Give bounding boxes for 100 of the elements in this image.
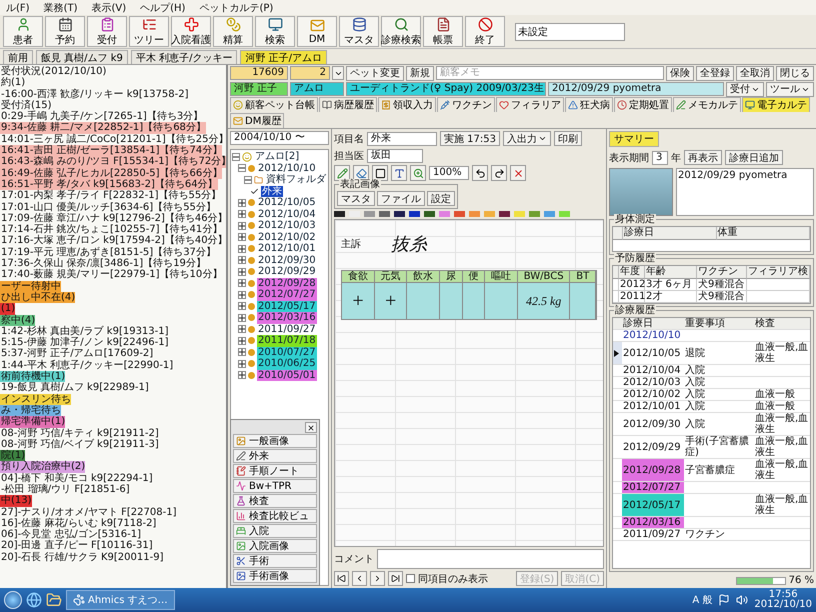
list-item[interactable]: 17:19-平元 理恵/あずき[8151-5]【待ち37分】: [0, 246, 216, 258]
menu-item[interactable]: 入院画像: [233, 539, 317, 553]
expand-toggle[interactable]: [238, 244, 246, 253]
menu-item[interactable]: 検査比較ビュ: [233, 509, 317, 523]
image-button[interactable]: ファイル: [377, 191, 425, 206]
expand-toggle[interactable]: [238, 314, 246, 322]
menu-item[interactable]: ヘルプ(H): [140, 0, 186, 14]
expand-toggle[interactable]: [238, 268, 246, 276]
tree-item[interactable]: 2011/07/18: [257, 335, 317, 346]
taskbar-app-button[interactable]: Ahmics すえつ…: [66, 590, 175, 610]
expand-toggle[interactable]: [238, 360, 246, 368]
list-item[interactable]: -松田 瑠璃/ウリ F[21851-6]: [0, 484, 130, 496]
list-item[interactable]: 17:36-久保山 保奈/凛[3486-1]【待ち19分】: [0, 258, 206, 270]
menu-item[interactable]: 一般画像: [233, 434, 317, 448]
list-item[interactable]: 04]-橋下 和美/モコ k9[22294-1]: [0, 472, 153, 484]
tree-item[interactable]: 2010/06/25: [257, 358, 317, 370]
list-item[interactable]: 20]-田邊 直子/ピー F[10116-31]: [0, 540, 153, 552]
menu-item[interactable]: 表示(V): [91, 0, 126, 14]
close-icon[interactable]: [305, 422, 317, 433]
ime-indicator[interactable]: A 般: [692, 593, 712, 607]
list-item[interactable]: 預り入院治療中(2): [0, 461, 86, 473]
input-field[interactable]: 未設定: [515, 22, 625, 40]
tree-item[interactable]: 2012/05/17: [257, 300, 317, 312]
header-button[interactable]: 保険: [666, 66, 694, 80]
volume-icon[interactable]: [736, 594, 748, 606]
menu-item[interactable]: Bw+TPR: [233, 479, 317, 493]
list-item[interactable]: 帰宅準備中(1): [0, 416, 66, 428]
list-item[interactable]: 約(1): [0, 77, 26, 89]
comment-field[interactable]: [377, 549, 604, 569]
record-tab[interactable]: DM履歴: [230, 113, 284, 128]
time-button[interactable]: 実施 17:53: [440, 131, 500, 146]
list-item[interactable]: 17:40-薮藤 規美/マリー[22979-1]【待ち10分】: [0, 269, 222, 281]
flag-icon[interactable]: [718, 594, 730, 606]
dropdown-button[interactable]: 受付: [726, 82, 764, 96]
list-item[interactable]: 5:37-河野 正子/アムロ[17609-2]: [0, 348, 154, 360]
record-tab[interactable]: 病歴履歴: [319, 97, 377, 112]
list-item[interactable]: 16:49-佐藤 弘子/ヒカル[22850-5]【待ち66分】: [0, 168, 222, 179]
tree-item[interactable]: アムロ[2]: [254, 151, 300, 162]
toolbar-button[interactable]: ツリー: [129, 16, 169, 47]
list-item[interactable]: -16:00-西澤 歓彦/リッキー k9[13758-2]: [0, 88, 188, 100]
list-item[interactable]: み・帰宅待ち: [0, 404, 61, 416]
summary-tab[interactable]: サマリー: [609, 131, 659, 147]
zoom-button[interactable]: [410, 165, 426, 181]
list-item[interactable]: ーザー待射中: [0, 280, 61, 292]
list-item[interactable]: 中(13): [0, 495, 32, 507]
expand-toggle[interactable]: [238, 164, 246, 172]
menu-item[interactable]: 手術画像: [233, 569, 317, 583]
expand-toggle[interactable]: [238, 222, 246, 230]
menu-item[interactable]: 手順ノート: [233, 464, 317, 478]
list-item[interactable]: 0:29-手嶋 九美子/ケン[7265-1]【待ち3分】: [0, 111, 204, 122]
list-item[interactable]: 08-河野 巧信/ベイブ k9[21911-3]: [0, 438, 159, 450]
toolbar-button[interactable]: 受付: [87, 16, 127, 47]
header-button[interactable]: 全登録: [696, 66, 734, 80]
record-tab[interactable]: 領収入力: [378, 97, 436, 112]
tree-item[interactable]: 外来: [261, 186, 283, 197]
rectangle-button[interactable]: [372, 165, 388, 181]
toolbar-button[interactable]: マスタ: [339, 16, 379, 47]
list-item[interactable]: 察中(4): [0, 314, 36, 326]
period-field[interactable]: 3: [652, 150, 668, 164]
list-item[interactable]: 術前待機中(1): [0, 371, 66, 382]
nav-button[interactable]: [370, 571, 385, 586]
expand-toggle[interactable]: [238, 233, 246, 242]
record-tab[interactable]: 電子カルテ: [742, 97, 810, 112]
list-item[interactable]: 16:43-森嶋 みのり/ツヨ F[15534-1]【待ち72分】: [0, 156, 226, 168]
header-button[interactable]: ペット変更: [346, 66, 404, 80]
tree-item[interactable]: 2012/10/10: [257, 162, 317, 174]
list-item[interactable]: インスリン待ち: [0, 394, 71, 405]
tree-item[interactable]: 2012/10/05: [257, 197, 317, 208]
patient-tab[interactable]: 前用: [3, 50, 33, 64]
checkbox[interactable]: [406, 574, 415, 583]
doctor-select[interactable]: 坂田: [367, 149, 423, 163]
list-item[interactable]: 受付済(15): [0, 100, 52, 112]
dropdown-button[interactable]: ツール: [766, 82, 814, 96]
tree-item[interactable]: 2010/05/01: [257, 370, 317, 381]
expand-toggle[interactable]: [238, 336, 246, 345]
delete-button[interactable]: [510, 165, 526, 181]
list-item[interactable]: 08-河野 巧信/キティ k9[21911-2]: [0, 428, 159, 439]
list-item[interactable]: 16]-佐藤 麻花/らいむ k9[7118-2]: [0, 518, 156, 530]
list-item[interactable]: 27]-ナスり/オオメ/ヤマト F[22708-1]: [0, 506, 176, 518]
patient-tab[interactable]: 河野 正子/アムロ: [240, 50, 328, 64]
image-button[interactable]: マスタ: [337, 191, 375, 206]
tree-item[interactable]: 2012/03/16: [257, 312, 317, 324]
tree-item[interactable]: 2012/09/28: [257, 278, 317, 289]
list-item[interactable]: 14:01-三ヶ尻 誠二/CoCo[21201-1]【待ち25分】: [0, 134, 226, 146]
expand-toggle[interactable]: [232, 152, 240, 161]
summary-button[interactable]: 診療日追加: [725, 150, 783, 165]
toolbar-button[interactable]: DM: [297, 16, 337, 47]
toolbar-button[interactable]: 検索: [255, 16, 295, 47]
summary-button[interactable]: 再表示: [684, 150, 722, 165]
expand-toggle[interactable]: [238, 290, 246, 299]
menu-item[interactable]: ペットカルテ(P): [199, 0, 274, 14]
nav-button[interactable]: [334, 571, 349, 586]
record-tab[interactable]: メモカルテ: [673, 97, 741, 112]
tree-item[interactable]: 2012/09/29: [257, 266, 317, 278]
list-item[interactable]: 19-飯見 真樹/ムフ k9[22989-1]: [0, 382, 149, 394]
text-button[interactable]: [391, 165, 407, 181]
record-tab[interactable]: フィラリア: [496, 97, 564, 112]
list-item[interactable]: 16:41-吉田 正樹/ゼーラ[13854-1]【待ち74分】: [0, 145, 222, 156]
list-item[interactable]: 17:14-石井 銚次/ちょこ[10255-7]【待ち41分】: [0, 224, 222, 236]
list-item[interactable]: 17:01-内梨 孝子/ライ F[22832-1]【待ち55分】: [0, 190, 222, 202]
